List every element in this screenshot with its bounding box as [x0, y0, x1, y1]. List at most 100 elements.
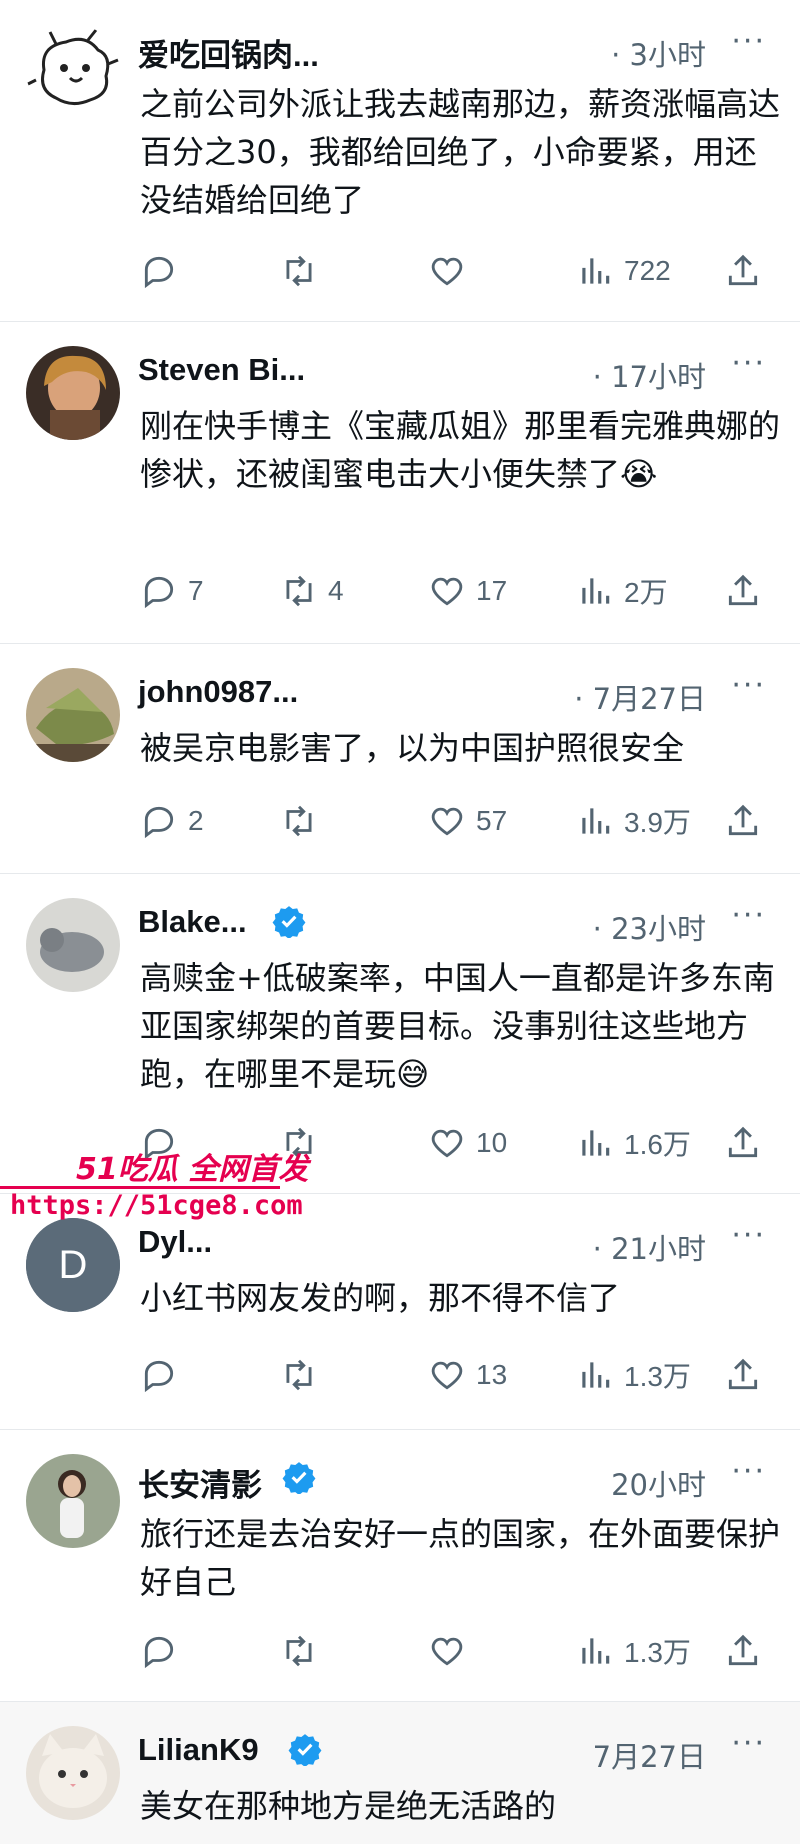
user-name[interactable]: 长安清影: [138, 1460, 262, 1505]
more-icon[interactable]: ···: [731, 1726, 766, 1761]
more-icon[interactable]: ···: [731, 898, 766, 933]
heart-icon: [431, 577, 463, 606]
reply-icon: [144, 806, 174, 839]
tweet-text: 被吴京电影害了，以为中国护照很安全: [140, 729, 685, 767]
like-button[interactable]: 13: [428, 1350, 507, 1400]
views-icon: [582, 258, 610, 284]
retweet-button[interactable]: [280, 246, 328, 296]
share-button[interactable]: [724, 566, 762, 616]
retweet-button[interactable]: [280, 1350, 328, 1400]
tweet-text: 刚在快手博主《宝藏瓜姐》那里看完雅典娜的惨状，还被闺蜜电击大小便失禁了😭: [140, 407, 781, 493]
retweet-button[interactable]: [280, 1626, 328, 1676]
share-button[interactable]: [724, 1626, 762, 1676]
more-icon[interactable]: ···: [731, 1454, 766, 1489]
like-count: 10: [476, 1127, 508, 1158]
user-name[interactable]: john0987...: [138, 674, 298, 710]
share-icon: [728, 1126, 758, 1158]
tweet-header: LilianK9 7月27日 ···: [138, 1724, 778, 1784]
user-name[interactable]: 爱吃回锅肉...: [138, 30, 319, 75]
reply-count: 2: [188, 805, 204, 836]
like-button[interactable]: [428, 246, 476, 296]
reply-icon: [144, 576, 174, 609]
user-name[interactable]: Steven Bi...: [138, 352, 305, 388]
timestamp[interactable]: · 23小时: [593, 906, 706, 948]
views-count: 1.3万: [624, 1637, 691, 1668]
retweet-icon: [286, 805, 312, 837]
timestamp[interactable]: 20小时: [611, 1462, 706, 1504]
more-icon[interactable]: ···: [731, 24, 766, 59]
tweet[interactable]: 长安清影 20小时 ··· 旅行还是去治安好一点的国家，在外面要保护好自己 1.…: [0, 1430, 800, 1702]
watermark-url: https://51cge8.com: [10, 1190, 303, 1221]
action-bar: 722: [140, 246, 780, 296]
timestamp[interactable]: · 7月27日: [574, 676, 706, 718]
heart-icon: [431, 1361, 463, 1390]
retweet-icon: [286, 255, 312, 287]
timestamp[interactable]: · 17小时: [593, 354, 706, 396]
tweet[interactable]: 爱吃回锅肉... · 3小时 ··· 之前公司外派让我去越南那边，薪资涨幅高达百…: [0, 0, 800, 322]
views-icon: [582, 1362, 610, 1388]
share-icon: [728, 804, 758, 836]
reply-button[interactable]: [140, 1350, 188, 1400]
action-bar: 1.3万: [140, 1626, 780, 1676]
heart-icon: [431, 1637, 463, 1666]
share-button[interactable]: [724, 1118, 762, 1168]
timestamp[interactable]: 7月27日: [593, 1734, 706, 1776]
views-button[interactable]: 1.3万: [576, 1350, 691, 1400]
avatar[interactable]: [26, 1726, 120, 1820]
share-button[interactable]: [724, 246, 762, 296]
user-name[interactable]: LilianK9: [138, 1732, 259, 1768]
like-button[interactable]: 17: [428, 566, 507, 616]
like-button[interactable]: [428, 1626, 476, 1676]
views-button[interactable]: 3.9万: [576, 796, 691, 846]
tweet-header: 长安清影 20小时 ···: [138, 1452, 778, 1512]
retweet-icon: [286, 1635, 312, 1667]
verified-badge-icon: [288, 1734, 322, 1766]
heart-icon: [431, 257, 463, 286]
views-button[interactable]: 722: [576, 246, 671, 296]
like-button[interactable]: 10: [428, 1118, 507, 1168]
share-button[interactable]: [724, 796, 762, 846]
like-button[interactable]: 57: [428, 796, 507, 846]
tweet-text: 旅行还是去治安好一点的国家，在外面要保护好自己: [140, 1515, 781, 1601]
views-button[interactable]: 2万: [576, 566, 668, 616]
retweet-icon: [286, 575, 312, 607]
share-button[interactable]: [724, 1350, 762, 1400]
views-button[interactable]: 1.6万: [576, 1118, 691, 1168]
tweet-text: 小红书网友发的啊，那不得不信了: [140, 1279, 621, 1317]
more-icon[interactable]: ···: [731, 1218, 766, 1253]
reply-icon: [144, 1636, 174, 1669]
tweet[interactable]: john0987... · 7月27日 ··· 被吴京电影害了，以为中国护照很安…: [0, 644, 800, 874]
avatar[interactable]: [26, 668, 120, 762]
more-icon[interactable]: ···: [731, 346, 766, 381]
reply-button[interactable]: 7: [140, 566, 204, 616]
action-bar: 7 4 17 2万: [140, 566, 780, 616]
avatar[interactable]: [26, 898, 120, 992]
share-icon: [728, 1358, 758, 1390]
tweet[interactable]: LilianK9 7月27日 ··· 美女在那种地方是绝无活路的: [0, 1702, 800, 1844]
share-icon: [728, 254, 758, 286]
tweet-header: john0987... · 7月27日 ···: [138, 666, 778, 726]
tweet-text: 之前公司外派让我去越南那边，薪资涨幅高达百分之30，我都给回绝了，小命要紧，用还…: [140, 85, 781, 219]
reply-icon: [144, 1360, 174, 1393]
reply-button[interactable]: [140, 246, 188, 296]
more-icon[interactable]: ···: [731, 668, 766, 703]
avatar[interactable]: [26, 1454, 120, 1548]
reply-button[interactable]: 2: [140, 796, 204, 846]
like-count: 13: [476, 1359, 508, 1390]
tweet-text: 高赎金+低破案率，中国人一直都是许多东南亚国家绑架的首要目标。没事别往这些地方跑…: [140, 959, 775, 1093]
user-name[interactable]: Blake...: [138, 904, 247, 940]
views-button[interactable]: 1.3万: [576, 1626, 691, 1676]
reply-button[interactable]: [140, 1626, 188, 1676]
timestamp[interactable]: · 21小时: [593, 1226, 706, 1268]
avatar[interactable]: [26, 346, 120, 440]
retweet-count: 4: [328, 575, 344, 606]
retweet-button[interactable]: 4: [280, 566, 344, 616]
tweet-text: 美女在那种地方是绝无活路的: [140, 1787, 557, 1825]
tweet-header: Steven Bi... · 17小时 ···: [138, 344, 778, 404]
timestamp[interactable]: · 3小时: [611, 32, 706, 74]
views-count: 3.9万: [624, 807, 691, 838]
tweet[interactable]: Steven Bi... · 17小时 ··· 刚在快手博主《宝藏瓜姐》那里看完…: [0, 322, 800, 644]
retweet-button[interactable]: [280, 796, 328, 846]
like-count: 57: [476, 805, 508, 836]
avatar[interactable]: [26, 24, 120, 118]
